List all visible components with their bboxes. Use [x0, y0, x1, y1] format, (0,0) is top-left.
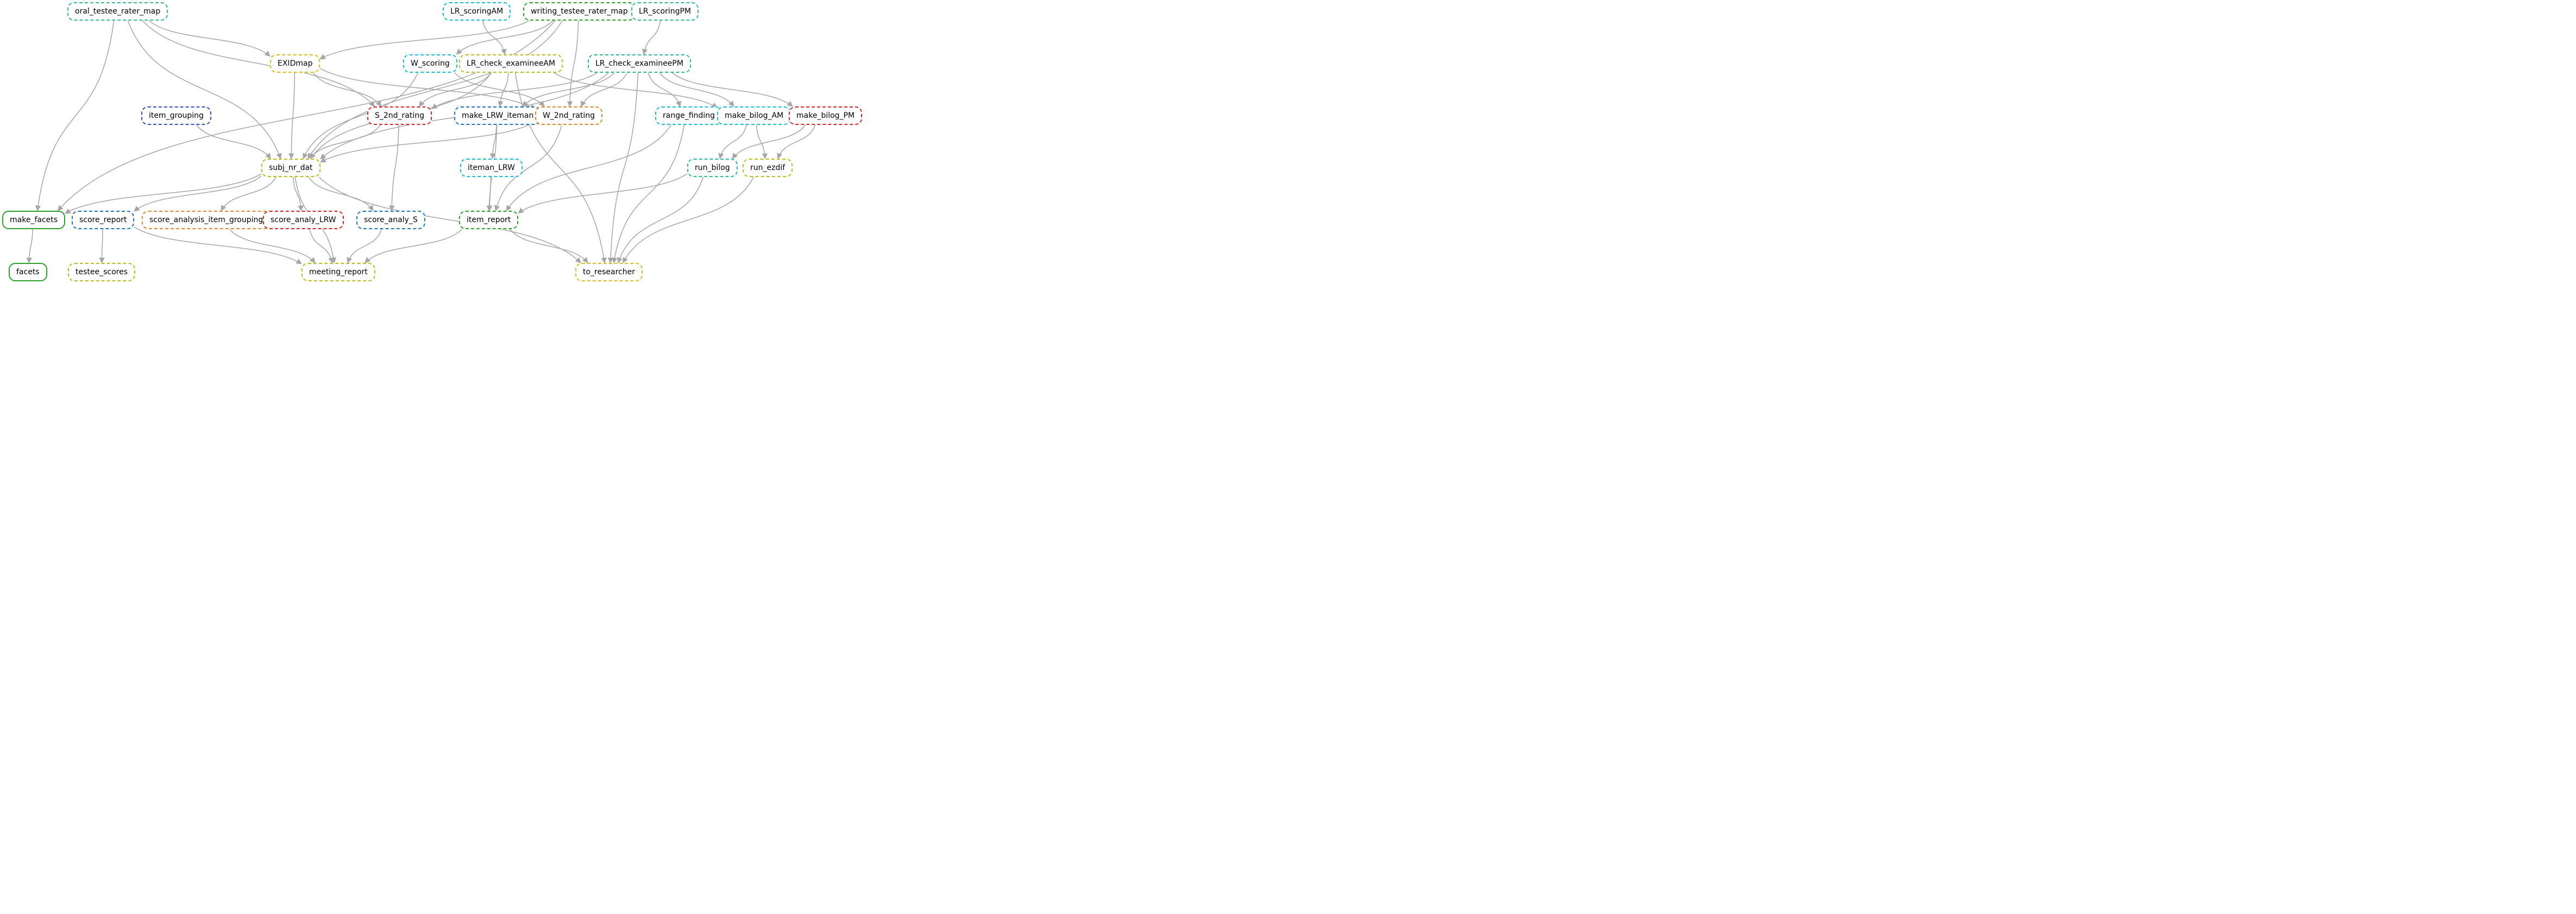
node-score_analy_S[interactable]: score_analy_S	[356, 211, 425, 229]
edge-writing_testee_rater_map-to-EXIDmap	[320, 21, 529, 59]
edge-score_report-to-meeting_report	[134, 227, 301, 264]
node-iteman_LRW[interactable]: iteman_LRW	[460, 159, 523, 177]
node-subj_nr_dat[interactable]: subj_nr_dat	[261, 159, 321, 177]
edge-LR_check_examineePM-to-S_2nd_rating	[432, 73, 597, 109]
edge-LR_check_examineePM-to-W_2nd_rating	[581, 73, 627, 106]
edge-iteman_LRW-to-item_report	[489, 177, 491, 211]
node-LR_check_examineeAM[interactable]: LR_check_examineeAM	[459, 54, 563, 73]
edge-LR_check_examineeAM-to-S_2nd_rating	[419, 73, 491, 106]
node-score_analysis_item_grouping[interactable]: score_analysis_item_grouping	[142, 211, 271, 229]
edge-LR_check_examineeAM-to-to_researcher	[515, 73, 605, 263]
edge-writing_testee_rater_map-to-W_scoring	[457, 21, 553, 54]
node-testee_scores[interactable]: testee_scores	[68, 263, 135, 281]
node-meeting_report[interactable]: meeting_report	[301, 263, 375, 281]
edge-score_analy_S-to-meeting_report	[348, 229, 381, 263]
edge-make_bilog_PM-to-run_ezdif	[778, 125, 815, 159]
node-LR_scoringPM[interactable]: LR_scoringPM	[631, 2, 699, 21]
edge-score_analy_LRW-to-meeting_report	[310, 229, 332, 263]
node-LR_scoringAM[interactable]: LR_scoringAM	[443, 2, 511, 21]
node-run_ezdif[interactable]: run_ezdif	[743, 159, 793, 177]
edge-LR_check_examineePM-to-to_researcher	[610, 73, 638, 263]
node-W_2nd_rating[interactable]: W_2nd_rating	[535, 106, 602, 125]
edge-run_ezdif-to-to_researcher	[623, 177, 753, 263]
node-make_bilog_AM[interactable]: make_bilog_AM	[717, 106, 791, 125]
edge-EXIDmap-to-W_2nd_rating	[320, 68, 535, 109]
edge-run_bilog-to-item_report	[518, 174, 687, 213]
edge-subj_nr_dat-to-score_analy_LRW	[293, 177, 301, 211]
node-to_researcher[interactable]: to_researcher	[575, 263, 643, 281]
edge-LR_check_examineePM-to-make_LRW_iteman	[523, 73, 614, 106]
edge-make_bilog_AM-to-run_ezdif	[756, 125, 765, 159]
node-range_finding[interactable]: range_finding	[655, 106, 722, 125]
edge-oral_testee_rater_map-to-make_facets	[37, 21, 114, 211]
edge-W_scoring-to-W_2nd_rating	[455, 73, 544, 106]
edge-score_analysis_item_grouping-to-meeting_report	[230, 229, 315, 263]
edge-W_2nd_rating-to-subj_nr_dat	[321, 122, 535, 162]
node-LR_check_examineePM[interactable]: LR_check_examineePM	[588, 54, 691, 73]
edge-make_facets-to-facets	[29, 229, 33, 263]
edge-writing_testee_rater_map-to-subj_nr_dat	[308, 21, 562, 159]
node-score_analy_LRW[interactable]: score_analy_LRW	[263, 211, 344, 229]
node-item_report[interactable]: item_report	[459, 211, 518, 229]
edge-make_bilog_PM-to-run_bilog	[732, 125, 805, 159]
edge-make_LRW_iteman-to-iteman_LRW	[493, 125, 497, 159]
edge-writing_testee_rater_map-to-W_2nd_rating	[570, 21, 579, 106]
diagram-canvas: oral_testee_rater_map LR_scoringAM writing…	[0, 0, 859, 305]
edge-LR_check_examineePM-to-range_finding	[648, 73, 680, 106]
edge-subj_nr_dat-to-score_analy_S	[309, 177, 373, 211]
edge-subj_nr_dat-to-score_report	[134, 176, 261, 211]
edge-LR_scoringAM-to-LR_check_examineeAM	[483, 21, 505, 54]
edge-subj_nr_dat-to-make_facets	[65, 174, 261, 213]
edge-LR_check_examineeAM-to-make_bilog_AM	[554, 73, 717, 108]
edge-score_report-to-testee_scores	[102, 229, 103, 263]
edge-range_finding-to-to_researcher	[614, 125, 684, 263]
edge-make_bilog_AM-to-run_bilog	[720, 125, 746, 159]
edge-item_grouping-to-subj_nr_dat	[197, 125, 271, 159]
node-EXIDmap[interactable]: EXIDmap	[270, 54, 320, 73]
edge-subj_nr_dat-to-score_analysis_item_grouping	[221, 177, 276, 211]
edge-LR_scoringPM-to-LR_check_examineePM	[644, 21, 660, 54]
edges-layer	[0, 0, 859, 305]
node-score_report[interactable]: score_report	[72, 211, 134, 229]
edge-EXIDmap-to-S_2nd_rating	[313, 73, 381, 106]
node-make_facets[interactable]: make_facets	[2, 211, 65, 229]
edge-LR_check_examineePM-to-make_bilog_AM	[659, 73, 733, 106]
edge-range_finding-to-item_report	[506, 125, 671, 211]
edge-oral_testee_rater_map-to-EXIDmap	[149, 21, 270, 56]
edge-EXIDmap-to-subj_nr_dat	[291, 73, 294, 159]
node-S_2nd_rating[interactable]: S_2nd_rating	[367, 106, 432, 125]
node-make_bilog_PM[interactable]: make_bilog_PM	[789, 106, 862, 125]
node-facets[interactable]: facets	[9, 263, 47, 281]
node-make_LRW_iteman[interactable]: make_LRW_iteman	[454, 106, 541, 125]
node-item_grouping[interactable]: item_grouping	[141, 106, 211, 125]
edge-run_bilog-to-to_researcher	[618, 177, 703, 263]
node-run_bilog[interactable]: run_bilog	[687, 159, 738, 177]
edge-LR_check_examineePM-to-make_bilog_PM	[673, 73, 793, 106]
node-W_scoring[interactable]: W_scoring	[403, 54, 457, 73]
edge-S_2nd_rating-to-subj_nr_dat	[310, 125, 380, 159]
edge-item_report-to-meeting_report	[365, 229, 462, 263]
edge-S_2nd_rating-to-score_analy_S	[392, 125, 399, 211]
edge-oral_testee_rater_map-to-subj_nr_dat	[128, 21, 280, 159]
edge-LR_check_examineeAM-to-make_LRW_iteman	[500, 73, 508, 106]
node-oral_testee_rater_map[interactable]: oral_testee_rater_map	[67, 2, 168, 21]
edge-oral_testee_rater_map-to-S_2nd_rating	[142, 21, 374, 106]
edge-item_report-to-to_researcher	[510, 229, 588, 263]
node-writing_testee_rater_map[interactable]: writing_testee_rater_map	[523, 2, 636, 21]
